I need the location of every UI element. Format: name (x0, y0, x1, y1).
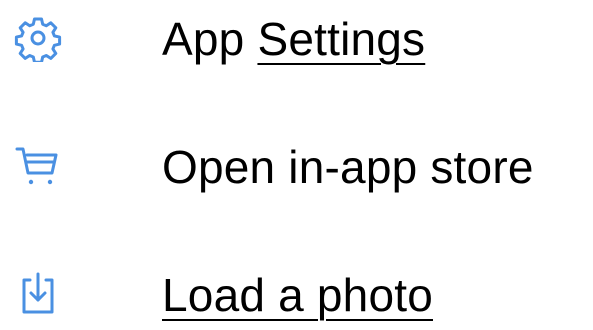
download-icon (14, 270, 62, 318)
menu-item-app-settings[interactable]: App Settings (0, 4, 593, 74)
menu-list: App Settings Open in-app store Load a ph… (0, 0, 593, 325)
menu-item-label: Open in-app store (162, 141, 534, 193)
menu-item-load-photo[interactable]: Load a photo (0, 260, 593, 330)
menu-item-label: App Settings (162, 10, 425, 68)
menu-item-open-store[interactable]: Open in-app store (0, 132, 593, 202)
cart-icon (14, 142, 62, 190)
settings-link[interactable]: Settings (257, 13, 425, 65)
load-photo-link[interactable]: Load a photo (162, 266, 433, 324)
gear-icon (14, 14, 62, 62)
label-prefix: App (162, 13, 258, 65)
